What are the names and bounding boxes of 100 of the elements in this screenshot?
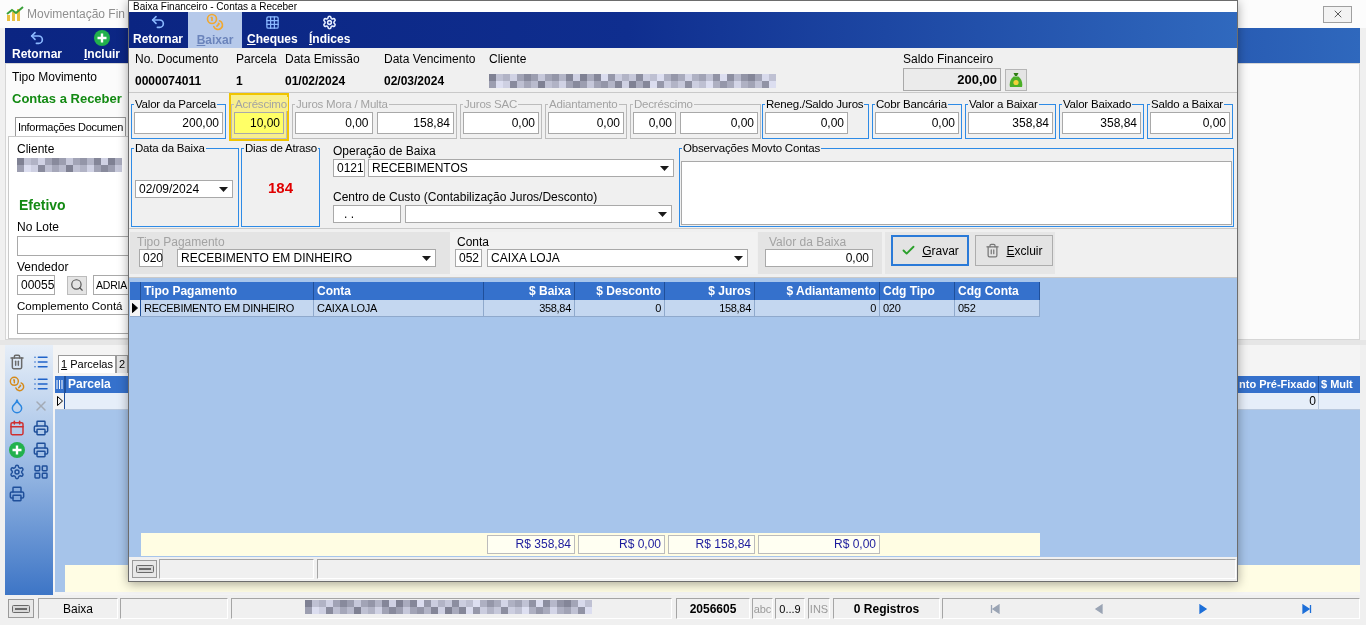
total-cell: R$ 358,84 [487,535,575,554]
caret-icon [658,211,667,217]
group-label: Valor da Parcela [134,97,217,111]
field-label: No Lote [17,220,61,234]
table-cell: 052 [955,300,1040,316]
table-cell: 0 [755,300,880,316]
group-label: Valor a Baixar [968,97,1039,111]
toggle-button[interactable] [8,599,34,618]
delete-button[interactable]: Excluir [975,235,1053,266]
group-label: Reneg./Saldo Juros [765,97,865,111]
search-icon [70,278,84,292]
toolbar-button[interactable]: Índices [302,12,357,48]
field-label: Saldo Financeiro [903,52,994,66]
caret-icon [660,165,669,171]
caret-icon [734,255,743,261]
table-cell: RECEBIMENTO EM DINHEIRO [141,300,314,316]
code-field[interactable]: 00055 [17,275,55,295]
amount-field[interactable]: 200,00 [134,112,223,134]
field-value: 1 [236,74,243,88]
undo-icon [150,14,166,30]
table-cell: 020 [880,300,955,316]
group-label: Adiantamento [548,97,619,111]
printer-icon[interactable] [33,420,49,436]
text-area[interactable] [681,161,1232,225]
field-label: No. Documento [135,52,219,66]
group-label: Dias de Atraso [244,141,318,155]
amount-field[interactable]: 0,00 [765,112,848,134]
window-title: Movimentação Fin [27,7,126,21]
total-cell: R$ 158,84 [668,535,755,554]
group-label: Valor Baixado [1062,97,1133,111]
days-overdue-value: 184 [268,178,293,197]
amount-field[interactable]: 0,00 [875,112,959,134]
plus-icon [94,30,110,46]
field-label: Parcela [236,52,277,66]
list-icon[interactable] [33,376,49,392]
status-indicator: abc [752,598,773,619]
dropdown-field[interactable]: CAIXA LOJA [487,249,748,267]
caret-icon [219,186,228,192]
field-label: Conta [457,235,491,249]
status-field: 2056605 [676,598,750,619]
droplet-icon[interactable] [9,398,25,414]
dropdown-field[interactable]: RECEBIMENTOS [368,159,674,177]
date-field[interactable]: 02/09/2024 [135,180,233,198]
field-label: Operação de Baixa [333,144,437,158]
status-indicator: 0...9 [775,598,805,619]
save-button[interactable]: Gravar [891,235,969,266]
undo-icon [29,30,45,46]
movement-type-value: Contas a Receber [11,91,123,107]
table-cell: 0 [575,300,665,316]
amount-field[interactable]: 358,84 [1062,112,1141,134]
money-bag-icon [1009,71,1023,88]
code-field[interactable]: . . [333,205,401,223]
name-field[interactable]: ADRIA [93,275,129,295]
close-button[interactable] [1323,5,1352,23]
plus-icon[interactable] [9,442,25,458]
group-label: Data da Baixa [134,141,206,155]
coins-icon[interactable] [9,376,25,392]
trash-icon[interactable] [9,354,25,370]
group-label: Juros Mora / Multa [295,97,389,111]
table-cell: 358,84 [484,300,575,316]
toggle-button[interactable] [132,560,157,578]
coins-icon [206,13,224,31]
table-cell: 158,84 [665,300,755,316]
toolbar-button[interactable]: Retornar [130,12,186,48]
check-icon [901,243,917,258]
dropdown-field[interactable] [405,205,672,223]
gear-icon [322,14,338,30]
grid-icon [264,14,280,30]
bar-icon [135,565,154,573]
calendar-icon[interactable] [9,420,25,436]
status-indicator: INS [808,598,830,619]
trash-icon [985,243,1001,258]
tab[interactable]: 1 Parcelas [58,355,116,373]
printer-icon[interactable] [9,486,25,502]
gear-icon[interactable] [9,464,25,480]
field-label: Cliente [17,142,56,156]
bar-icon [12,604,30,613]
amount-field[interactable]: 358,84 [968,112,1053,134]
chart-icon [6,6,24,22]
group-label: Saldo a Baixar [1150,97,1224,111]
group-label: Observações Movto Contas [682,141,822,155]
money-bag-button[interactable] [1005,68,1027,91]
row-pointer-icon [56,396,63,406]
toolbar-button[interactable]: Cheques [244,12,301,48]
amount-field[interactable]: 0,00 [1150,112,1230,134]
field-label: Data Vencimento [384,52,476,66]
toolbar-button[interactable]: Incluir [81,28,124,63]
toolbar-button[interactable]: Retornar [9,28,65,63]
code-field[interactable]: 052 [455,249,482,267]
field-label: Tipo Pagamento [137,235,226,249]
field-label: Centro de Custo (Contabilização Juros/Desconto) [333,190,599,204]
list-icon[interactable] [33,354,49,370]
tab[interactable]: Informações Documen [15,117,126,136]
group-label: Decréscimo [633,97,694,111]
search-button[interactable] [67,275,87,295]
grid-icon[interactable] [33,464,49,480]
status-text: Efetivo [19,197,67,213]
field-label: Data Emissão [285,52,360,66]
code-field[interactable]: 0121 [333,159,365,177]
printer-icon[interactable] [33,442,49,458]
